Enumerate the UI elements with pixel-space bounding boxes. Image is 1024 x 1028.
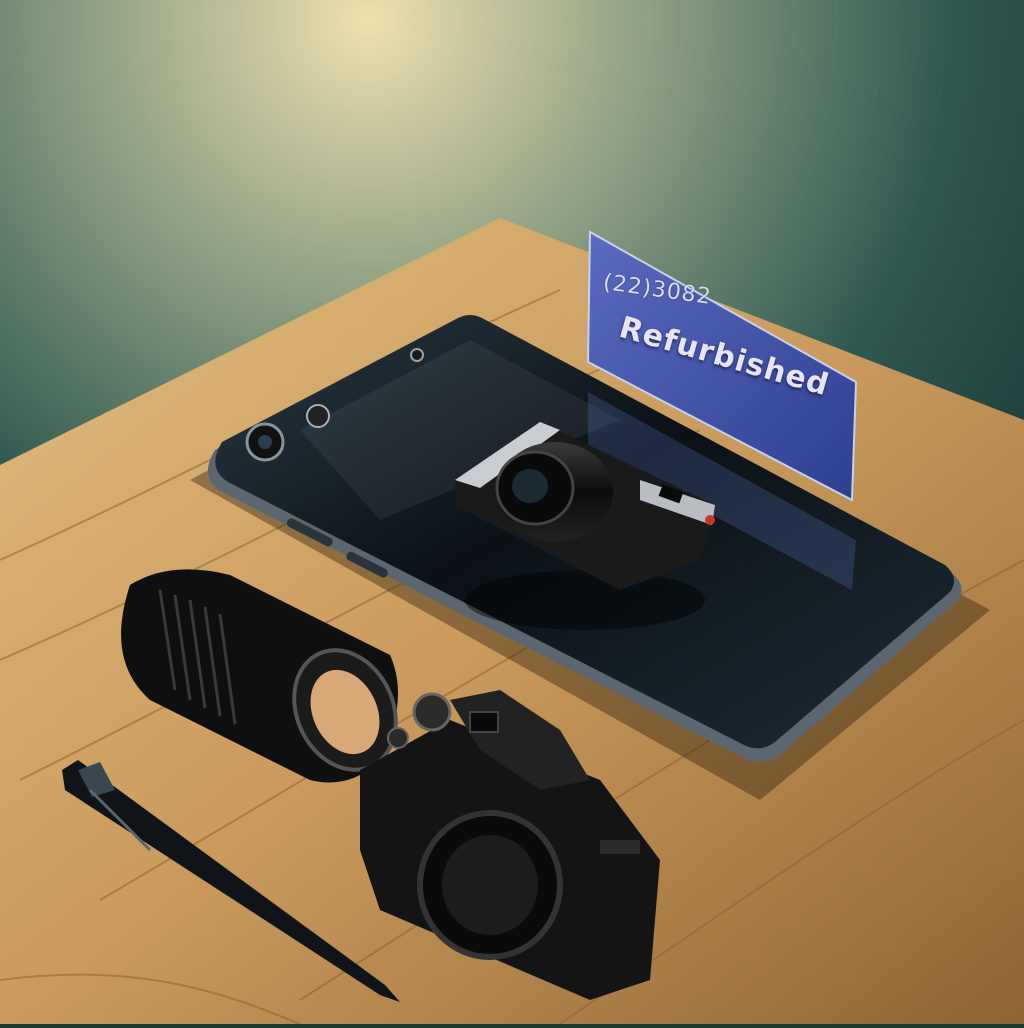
scene-illustration <box>0 0 1024 1025</box>
product-photo-scene: (22)3082 Refurbished <box>0 0 1024 1025</box>
